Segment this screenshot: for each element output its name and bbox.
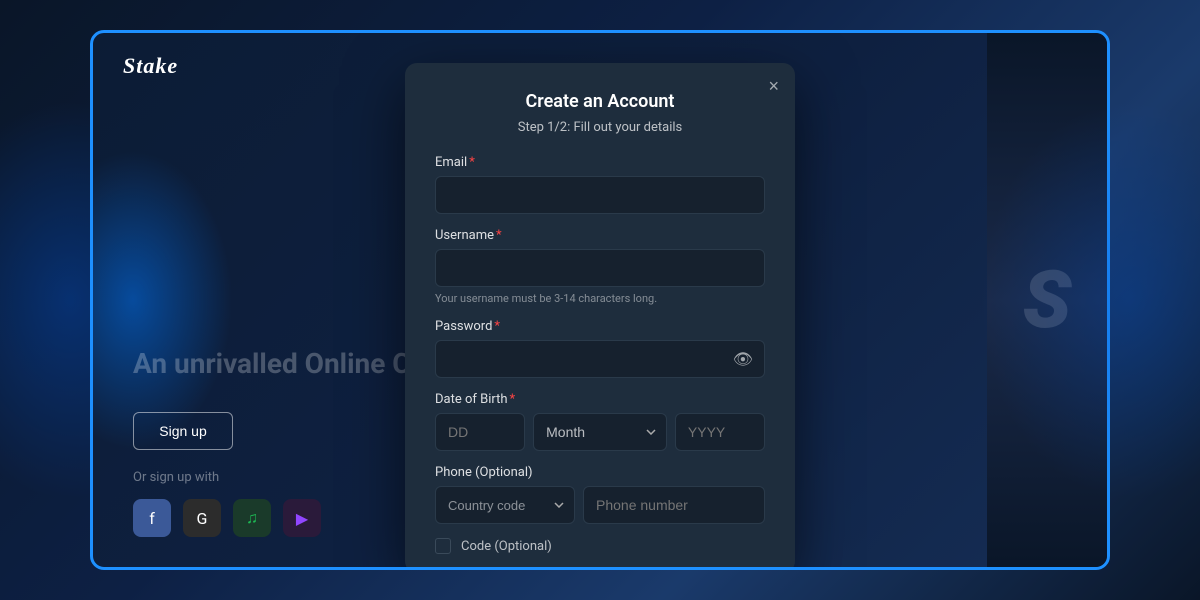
password-input[interactable] [435, 340, 765, 378]
dob-label: Date of Birth* [435, 392, 765, 407]
phone-label: Phone (Optional) [435, 465, 765, 480]
email-label: Email* [435, 155, 765, 170]
dob-field-group: Date of Birth* Month January February Ma… [435, 392, 765, 451]
country-code-select[interactable]: Country code [435, 486, 575, 524]
dob-day-input[interactable] [435, 413, 525, 451]
create-account-modal: × Create an Account Step 1/2: Fill out y… [405, 63, 795, 570]
password-wrapper: 👁 [435, 340, 765, 378]
eye-icon[interactable]: 👁 [733, 350, 753, 369]
phone-number-input[interactable] [583, 486, 765, 524]
code-label: Code (Optional) [461, 539, 552, 554]
phone-row: Country code [435, 486, 765, 524]
modal-title: Create an Account [435, 91, 765, 112]
modal-overlay: × Create an Account Step 1/2: Fill out y… [93, 33, 1107, 567]
dob-month-select[interactable]: Month January February March April May J… [533, 413, 667, 451]
code-checkbox[interactable] [435, 538, 451, 554]
username-label: Username* [435, 228, 765, 243]
email-field-group: Email* [435, 155, 765, 214]
modal-subtitle: Step 1/2: Fill out your details [435, 120, 765, 135]
screen-border: Stake An unrivalled Online Casino & Spor… [90, 30, 1110, 570]
phone-field-group: Phone (Optional) Country code [435, 465, 765, 524]
code-field-group: Code (Optional) [435, 538, 765, 554]
username-input[interactable] [435, 249, 765, 287]
email-input[interactable] [435, 176, 765, 214]
modal-close-button[interactable]: × [768, 77, 779, 95]
password-label: Password* [435, 319, 765, 334]
password-field-group: Password* 👁 [435, 319, 765, 378]
username-hint: Your username must be 3-14 characters lo… [435, 292, 765, 305]
dob-year-input[interactable] [675, 413, 765, 451]
dob-row: Month January February March April May J… [435, 413, 765, 451]
username-field-group: Username* Your username must be 3-14 cha… [435, 228, 765, 305]
